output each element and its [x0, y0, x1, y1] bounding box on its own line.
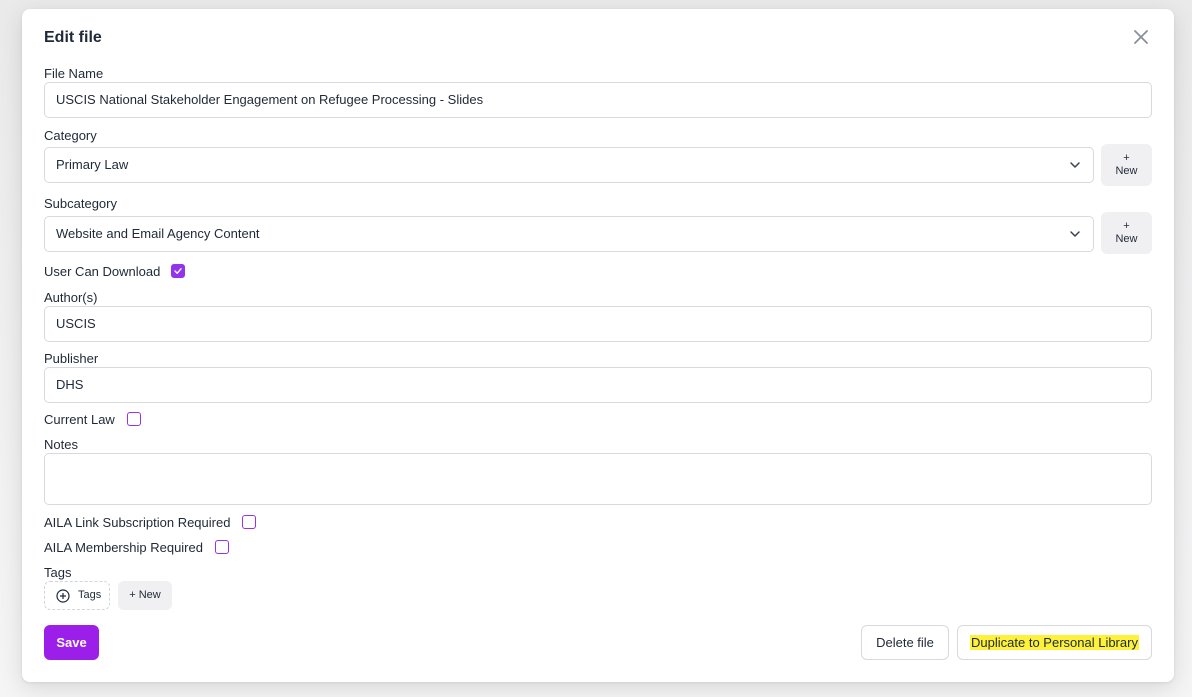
current-law-checkbox[interactable]: [127, 412, 141, 426]
subcategory-select[interactable]: Website and Email Agency Content: [44, 216, 1094, 252]
subcategory-label: Subcategory: [44, 196, 117, 211]
aila-membership-checkbox[interactable]: [215, 540, 229, 554]
current-law-label: Current Law: [44, 412, 115, 427]
tags-label: Tags: [44, 565, 72, 580]
save-button[interactable]: Save: [44, 625, 99, 660]
duplicate-to-personal-library-button[interactable]: Duplicate to Personal Library: [957, 625, 1152, 660]
new-category-label: New: [1115, 165, 1138, 177]
authors-input[interactable]: USCIS: [44, 306, 1152, 342]
new-category-button[interactable]: + New: [1101, 144, 1152, 186]
user-can-download-checkbox[interactable]: [171, 264, 185, 278]
chevron-down-icon: [1070, 231, 1080, 237]
check-icon: [174, 268, 182, 274]
file-name-input[interactable]: USCIS National Stakeholder Engagement on…: [44, 82, 1152, 118]
category-value: Primary Law: [56, 157, 129, 172]
plus-icon: +: [1123, 152, 1130, 164]
category-select[interactable]: Primary Law: [44, 147, 1094, 183]
publisher-label: Publisher: [44, 351, 99, 366]
new-subcategory-button[interactable]: + New: [1101, 212, 1152, 254]
add-tags-button[interactable]: Tags: [44, 581, 110, 610]
notes-label: Notes: [44, 437, 78, 452]
close-icon[interactable]: [1130, 26, 1152, 48]
file-name-label: File Name: [44, 66, 104, 81]
tags-button-label: Tags: [78, 589, 102, 601]
aila-membership-label: AILA Membership Required: [44, 540, 203, 555]
new-subcategory-label: New: [1115, 233, 1138, 245]
edit-file-modal: Edit file File Name USCIS National Stake…: [22, 9, 1174, 682]
aila-link-subscription-label: AILA Link Subscription Required: [44, 515, 231, 530]
subcategory-value: Website and Email Agency Content: [56, 226, 260, 241]
publisher-input[interactable]: DHS: [44, 367, 1152, 403]
user-can-download-label: User Can Download: [44, 264, 161, 279]
notes-textarea[interactable]: [44, 453, 1152, 505]
new-tag-button[interactable]: + New: [118, 581, 172, 610]
aila-link-subscription-checkbox[interactable]: [242, 515, 256, 529]
plus-icon: +: [1123, 220, 1130, 232]
modal-title: Edit file: [44, 29, 102, 46]
delete-file-button[interactable]: Delete file: [861, 625, 949, 660]
chevron-down-icon: [1070, 162, 1080, 168]
plus-circle-icon: [56, 589, 70, 603]
category-label: Category: [44, 128, 97, 143]
authors-label: Author(s): [44, 290, 98, 305]
duplicate-button-label: Duplicate to Personal Library: [970, 635, 1139, 650]
